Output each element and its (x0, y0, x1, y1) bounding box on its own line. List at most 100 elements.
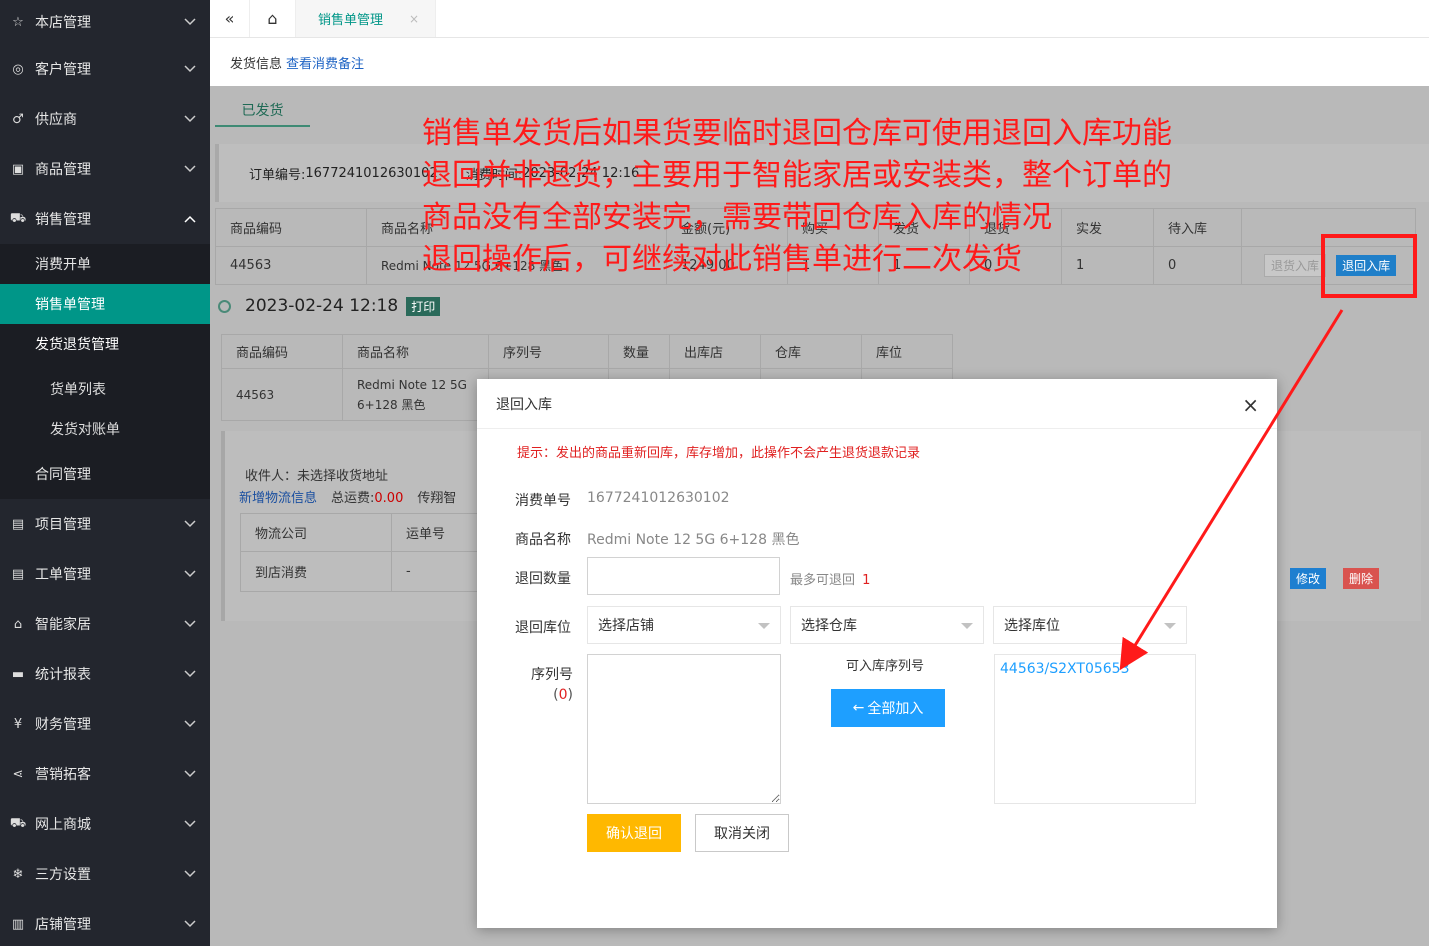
nav-projects[interactable]: ▤ 项目管理 (0, 499, 210, 549)
tab-sales-orders[interactable]: 销售单管理 × (296, 0, 437, 37)
nav-suppliers[interactable]: ♂ 供应商 (0, 94, 210, 144)
nav-smarthome[interactable]: ⌂ 智能家居 (0, 599, 210, 649)
col-header: 序列号 (488, 334, 609, 369)
add-logistics-link[interactable]: 新增物流信息 (239, 487, 317, 506)
edit-button[interactable]: 修改 (1290, 568, 1327, 589)
shipment-date-row: 2023-02-24 12:18 打印 (218, 296, 441, 316)
table-header: 物流公司 运单号 (240, 513, 482, 552)
caret-down-icon (961, 623, 973, 629)
nav-sales[interactable]: ⛟ 销售管理 (0, 194, 210, 244)
star-icon: ☆ (12, 14, 24, 30)
tab-bar: « ⌂ 销售单管理 × (210, 0, 1429, 38)
home-icon[interactable]: ⌂ (250, 0, 296, 37)
cell: Redmi Note 12 5G 6+128 黑色 (342, 368, 489, 421)
order-label: 消费单号 (515, 493, 571, 509)
add-all-button[interactable]: ← 全部加入 (831, 689, 945, 727)
nav-thirdparty[interactable]: ❄ 三方设置 (0, 849, 210, 899)
product-label: 商品名称 (515, 532, 571, 548)
caret-down-icon (1164, 623, 1176, 629)
chevron-down-icon (184, 868, 196, 880)
serial-label-block: 序列号 (0) (529, 665, 573, 705)
double-chevron-left-icon[interactable]: « (210, 0, 250, 37)
nav-mall[interactable]: ⛟ 网上商城 (0, 799, 210, 849)
annotation-line: 商品没有全部安装完，需要带回仓库入库的情况 (422, 200, 1052, 235)
add-all-label: 全部加入 (867, 701, 924, 717)
max-label: 最多可退回 (790, 573, 856, 588)
highlight-box (1321, 234, 1417, 298)
warehouse-select-value: 选择仓库 (801, 618, 857, 634)
col-header: 仓库 (760, 334, 862, 369)
nav-customers[interactable]: ◎ 客户管理 (0, 44, 210, 94)
sub-item-sales-orders[interactable]: 销售单管理 (0, 284, 210, 324)
nav-label: 销售管理 (35, 212, 91, 228)
tab-shipped[interactable]: 已发货 (215, 94, 310, 127)
nav-reports[interactable]: ▬ 统计报表 (0, 649, 210, 699)
chevron-down-icon (184, 818, 196, 830)
print-button[interactable]: 打印 (406, 296, 441, 316)
yen-icon: ¥ (13, 716, 23, 732)
close-icon[interactable]: × (1242, 393, 1259, 417)
nav-workorders[interactable]: ▤ 工单管理 (0, 549, 210, 599)
nav-label: 项目管理 (35, 517, 91, 533)
chevron-down-icon (184, 618, 196, 630)
warehouse-select[interactable]: 选择仓库 (790, 606, 984, 644)
nav-finance[interactable]: ¥ 财务管理 (0, 699, 210, 749)
doc-icon: ▤ (11, 566, 25, 582)
chevron-down-icon (184, 768, 196, 780)
chevron-down-icon (184, 63, 196, 75)
sub-item-shipping-statement[interactable]: 发货对账单 (0, 409, 210, 449)
bin-select[interactable]: 选择库位 (993, 606, 1187, 644)
col-header: 运单号 (391, 513, 482, 552)
chevron-up-icon (184, 213, 196, 225)
shop-icon: ▥ (11, 916, 25, 932)
info-bar: 发货信息 查看消费备注 (210, 38, 1429, 86)
serial-label: 序列号 (531, 667, 573, 683)
tab-label: 销售单管理 (318, 13, 384, 28)
dialog-title: 退回入库 (477, 379, 1277, 429)
nav-products[interactable]: ▣ 商品管理 (0, 144, 210, 194)
sub-item-consume[interactable]: 消费开单 (0, 244, 210, 284)
bin-select-value: 选择库位 (1004, 618, 1060, 634)
qty-input[interactable] (587, 557, 780, 595)
circle-icon (218, 299, 231, 313)
view-notes-link[interactable]: 查看消费备注 (286, 53, 364, 72)
confirm-return-button[interactable]: 确认退回 (587, 814, 681, 852)
sub-item-shipping-list[interactable]: 货单列表 (0, 364, 210, 409)
freight-value: 0.00 (374, 491, 404, 506)
chuanxiang-text: 传翔智 (417, 491, 457, 506)
col-header: 库位 (861, 334, 953, 369)
serial-item[interactable]: 44563/S2XT05653 (1000, 661, 1190, 677)
max-return: 最多可退回 1 (790, 569, 870, 588)
annotation-line: 销售单发货后如果货要临时退回仓库可使用退回入库功能 (422, 116, 1172, 151)
col-header: 数量 (608, 334, 670, 369)
cell: 44563 (221, 368, 343, 421)
sub-item-contracts[interactable]: 合同管理 (0, 449, 210, 499)
close-icon[interactable]: × (409, 12, 419, 26)
table-header: 商品编码 商品名称 序列号 数量 出库店 仓库 库位 (221, 334, 953, 369)
sub-item-ship-return[interactable]: 发货退货管理 (0, 324, 210, 364)
annotation-line: 退回并非退货，主要用于智能家居或安装类，整个订单的 (422, 158, 1172, 193)
serial-textarea[interactable] (587, 654, 781, 804)
nav-marketing[interactable]: ⋖ 营销拓客 (0, 749, 210, 799)
col-header: 物流公司 (240, 513, 392, 552)
receiver: 收件人：未选择收货地址 (245, 469, 389, 484)
logistics-row: 新增物流信息 总运费:0.00 传翔智 (239, 487, 456, 506)
nav-shops[interactable]: ▥ 店铺管理 (0, 899, 210, 946)
cell: 44563 (215, 246, 367, 285)
col-header: 商品名称 (342, 334, 489, 369)
sidebar: ☆ 本店管理 ◎ 客户管理 ♂ 供应商 ▣ 商品管理 ⛟ 销售管理 消费开单 销… (0, 0, 210, 946)
location-label: 退回库位 (515, 620, 571, 636)
nav-label: 客户管理 (35, 62, 91, 78)
nav-label: 供应商 (35, 112, 77, 128)
store-select[interactable]: 选择店铺 (587, 606, 781, 644)
delete-button[interactable]: 删除 (1343, 568, 1380, 589)
product-name-line2: 6+128 黑色 (357, 397, 426, 412)
logistics-table: 物流公司 运单号 到店消费 - (240, 513, 482, 592)
nav-store[interactable]: ☆ 本店管理 (0, 0, 210, 44)
return-stock-disabled-button: 退货入库 (1264, 254, 1327, 277)
cancel-close-button[interactable]: 取消关闭 (695, 814, 789, 852)
annotation-line: 退回操作后，可继续对此销售单进行二次发货 (422, 242, 1022, 277)
chevron-down-icon (184, 16, 196, 28)
col-header: 出库店 (669, 334, 761, 369)
chevron-down-icon (184, 113, 196, 125)
